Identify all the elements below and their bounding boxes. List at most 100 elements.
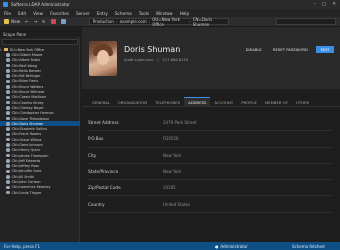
menu-help[interactable]: Help: [180, 11, 190, 16]
new-button[interactable]: New: [4, 19, 20, 24]
user-icon: [6, 106, 10, 110]
title-bar: Softerra LDAP Administrator – □ ✕: [0, 0, 340, 9]
user-icon: [6, 58, 10, 63]
delete-icon: [50, 19, 56, 24]
user-icon: [6, 74, 10, 78]
user-icon: [6, 95, 10, 100]
profile-header: Doris Shuman Audit supervisor | 217-666-…: [82, 27, 340, 89]
tree-node-label: CN=James Thompson: [11, 153, 49, 158]
breadcrumb-item[interactable]: Production: [93, 19, 114, 24]
menu-file[interactable]: File: [4, 11, 11, 16]
delete-button[interactable]: [50, 19, 56, 24]
breadcrumb-item[interactable]: example.com: [120, 19, 147, 24]
field-label: City: [88, 152, 97, 158]
city-value[interactable]: New York: [163, 153, 181, 158]
state-value[interactable]: New York: [163, 169, 181, 174]
menu-window[interactable]: Window: [156, 11, 173, 16]
toolbar: New ← → ↻ Production › example.com › OU=…: [0, 17, 340, 27]
status-user: ● Administrator: [215, 244, 248, 249]
tree-node-label: CN=Bert Wong: [11, 63, 38, 68]
tree-node-user[interactable]: CN=Linda Thayer: [0, 190, 80, 195]
tree-node-label: CN=Henry Quick: [11, 148, 41, 153]
status-schema-text: Schema fetched: [292, 243, 325, 249]
menu-edit[interactable]: Edit: [18, 11, 26, 16]
breadcrumb-separator: ›: [115, 19, 118, 24]
menu-entry[interactable]: Entry: [97, 11, 108, 16]
profile-subtitle: Audit supervisor | 217-666-8116: [124, 58, 188, 62]
user-icon: [6, 143, 10, 147]
tree-node-label: CN=Bruce Watters: [11, 84, 44, 89]
tree-node-label: CN=Cassie Mattison: [11, 95, 47, 100]
tab-telephones[interactable]: TELEPHONES: [151, 97, 184, 107]
refresh-icon: ↻: [42, 19, 46, 24]
tree-node-label: CN=John Carlson: [11, 180, 41, 185]
minimize-icon[interactable]: –: [314, 2, 316, 7]
tree-node-label: CN=Jeff Edwards: [11, 158, 41, 163]
edit-button[interactable]: EDIT: [316, 46, 334, 53]
tree-node-label: CN=Jennifer Sock: [11, 169, 42, 174]
user-icon: [6, 137, 10, 142]
menu-view[interactable]: View: [33, 11, 43, 16]
user-icon: [6, 69, 10, 73]
tab-other[interactable]: OTHER: [292, 97, 313, 107]
user-icon: ●: [215, 243, 219, 249]
user-icon: [6, 185, 10, 190]
app-icon: [3, 2, 8, 7]
tree-node-label: CN=Grace Wilcox: [11, 137, 42, 142]
menu-server[interactable]: Server: [76, 11, 90, 16]
user-icon: [6, 127, 10, 131]
menu-favorites[interactable]: Favorites: [50, 11, 69, 16]
disable-button[interactable]: DISABLE: [243, 46, 265, 53]
tree-node-label: CN=Charles Kinley: [11, 100, 44, 105]
status-help-text: For Help, press F1: [4, 243, 41, 249]
tab-address[interactable]: ADDRESS: [184, 97, 211, 107]
user-icon: [6, 190, 10, 195]
breadcrumb[interactable]: Production › example.com › OU=New York O…: [88, 17, 229, 27]
field-label: Country: [88, 201, 105, 207]
po-box-value[interactable]: FD0556: [163, 136, 179, 141]
zip-value[interactable]: 10185: [163, 185, 176, 190]
new-entry-icon: [4, 19, 9, 24]
scope-tree: ▾ OU=New York Office CN=Gilbert Moore CN=…: [0, 47, 80, 195]
address-form: Street Address 2479 Park Street P.O.Box …: [88, 115, 332, 213]
status-bar: For Help, press F1 ● Administrator Schem…: [0, 242, 340, 250]
street-address-value[interactable]: 2479 Park Street: [163, 120, 197, 125]
field-row: P.O.Box FD0556: [88, 131, 332, 148]
forward-button[interactable]: →: [34, 19, 38, 24]
status-user-label: Administrator: [220, 243, 248, 249]
properties-button[interactable]: [60, 19, 66, 24]
tree-node-label: CN=Albert Rubio: [11, 58, 41, 63]
tab-member-of[interactable]: MEMBER OF: [261, 97, 292, 107]
back-button[interactable]: ←: [25, 19, 29, 24]
profile-phone: 217-666-8116: [162, 58, 189, 62]
user-icon: [6, 100, 10, 105]
user-icon: [6, 63, 10, 68]
tab-organization[interactable]: ORGANIZATION: [114, 97, 151, 107]
breadcrumb-item[interactable]: OU=New York Office: [152, 17, 187, 27]
tab-general[interactable]: GENERAL: [88, 97, 114, 107]
user-icon: [6, 164, 10, 168]
tree-node-label: CN=Lawrence Kearney: [11, 185, 51, 190]
country-value[interactable]: United States: [163, 202, 190, 207]
tab-account[interactable]: ACCOUNT: [210, 97, 237, 107]
refresh-button[interactable]: ↻: [42, 19, 46, 24]
breadcrumb-item[interactable]: CN=Doris Shuman: [193, 17, 225, 27]
user-icon: [6, 180, 10, 184]
scope-search-input[interactable]: [2, 39, 78, 45]
user-icon: [6, 90, 10, 94]
field-row: City New York: [88, 148, 332, 164]
tree-node-label: CN=Brian Fenix: [11, 79, 39, 84]
close-icon[interactable]: ✕: [332, 2, 336, 7]
field-row: Country United States: [88, 196, 332, 213]
tree-node-label: CN=Dave Thibodeaux: [11, 116, 50, 121]
maximize-icon[interactable]: □: [322, 2, 326, 7]
reset-password-button[interactable]: RESET PASSWORD: [270, 46, 311, 53]
properties-icon: [60, 19, 66, 24]
window-title: Softerra LDAP Administrator: [11, 2, 70, 7]
tab-profile[interactable]: PROFILE: [237, 97, 261, 107]
tree-node-label: OU=New York Office: [9, 47, 45, 52]
toolbar-search-input[interactable]: [276, 18, 336, 25]
menu-schema[interactable]: Schema: [115, 11, 132, 16]
menu-tools[interactable]: Tools: [139, 11, 149, 16]
tree-node-label: CN=Elizabeth Sollins: [11, 127, 47, 132]
